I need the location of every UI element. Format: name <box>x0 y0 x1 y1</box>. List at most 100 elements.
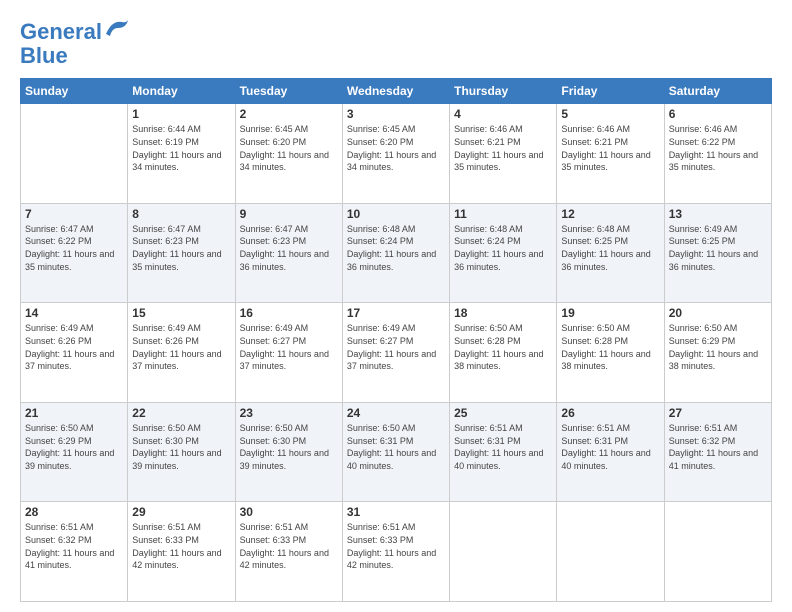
day-info: Sunrise: 6:47 AMSunset: 6:23 PMDaylight:… <box>240 223 338 273</box>
logo-bird-icon <box>104 18 130 40</box>
day-info: Sunrise: 6:44 AMSunset: 6:19 PMDaylight:… <box>132 123 230 173</box>
day-number: 10 <box>347 207 445 221</box>
logo: General Blue <box>20 20 130 68</box>
day-number: 22 <box>132 406 230 420</box>
day-number: 8 <box>132 207 230 221</box>
day-cell: 14 Sunrise: 6:49 AMSunset: 6:26 PMDayligh… <box>21 303 128 403</box>
day-info: Sunrise: 6:47 AMSunset: 6:22 PMDaylight:… <box>25 223 123 273</box>
day-cell: 25 Sunrise: 6:51 AMSunset: 6:31 PMDayligh… <box>450 402 557 502</box>
logo-text: General <box>20 20 102 44</box>
day-info: Sunrise: 6:51 AMSunset: 6:33 PMDaylight:… <box>240 521 338 571</box>
day-info: Sunrise: 6:47 AMSunset: 6:23 PMDaylight:… <box>132 223 230 273</box>
day-number: 14 <box>25 306 123 320</box>
day-cell: 4 Sunrise: 6:46 AMSunset: 6:21 PMDaylight… <box>450 104 557 204</box>
day-info: Sunrise: 6:51 AMSunset: 6:31 PMDaylight:… <box>561 422 659 472</box>
day-info: Sunrise: 6:49 AMSunset: 6:26 PMDaylight:… <box>25 322 123 372</box>
page: General Blue SundayMondayTuesdayWednesda… <box>0 0 792 612</box>
day-number: 21 <box>25 406 123 420</box>
header-day-monday: Monday <box>128 79 235 104</box>
day-cell: 15Sunrise: 6:49 AMSunset: 6:26 PMDayligh… <box>128 303 235 403</box>
calendar-body: 1 Sunrise: 6:44 AMSunset: 6:19 PMDaylight… <box>21 104 772 602</box>
header-day-friday: Friday <box>557 79 664 104</box>
day-cell: 30Sunrise: 6:51 AMSunset: 6:33 PMDayligh… <box>235 502 342 602</box>
day-number: 19 <box>561 306 659 320</box>
day-number: 13 <box>669 207 767 221</box>
day-cell: 7 Sunrise: 6:47 AMSunset: 6:22 PMDaylight… <box>21 203 128 303</box>
day-number: 18 <box>454 306 552 320</box>
day-info: Sunrise: 6:49 AMSunset: 6:27 PMDaylight:… <box>347 322 445 372</box>
header-day-tuesday: Tuesday <box>235 79 342 104</box>
header-day-wednesday: Wednesday <box>342 79 449 104</box>
day-number: 17 <box>347 306 445 320</box>
day-cell: 18 Sunrise: 6:50 AMSunset: 6:28 PMDayligh… <box>450 303 557 403</box>
day-number: 20 <box>669 306 767 320</box>
week-row-5: 28Sunrise: 6:51 AMSunset: 6:32 PMDayligh… <box>21 502 772 602</box>
day-cell: 17 Sunrise: 6:49 AMSunset: 6:27 PMDayligh… <box>342 303 449 403</box>
day-info: Sunrise: 6:50 AMSunset: 6:31 PMDaylight:… <box>347 422 445 472</box>
day-cell: 24 Sunrise: 6:50 AMSunset: 6:31 PMDayligh… <box>342 402 449 502</box>
day-cell: 11Sunrise: 6:48 AMSunset: 6:24 PMDayligh… <box>450 203 557 303</box>
day-cell: 8 Sunrise: 6:47 AMSunset: 6:23 PMDaylight… <box>128 203 235 303</box>
day-cell: 5 Sunrise: 6:46 AMSunset: 6:21 PMDaylight… <box>557 104 664 204</box>
day-info: Sunrise: 6:51 AMSunset: 6:31 PMDaylight:… <box>454 422 552 472</box>
day-cell: 21 Sunrise: 6:50 AMSunset: 6:29 PMDayligh… <box>21 402 128 502</box>
day-cell: 31Sunrise: 6:51 AMSunset: 6:33 PMDayligh… <box>342 502 449 602</box>
day-cell: 28Sunrise: 6:51 AMSunset: 6:32 PMDayligh… <box>21 502 128 602</box>
day-cell: 1 Sunrise: 6:44 AMSunset: 6:19 PMDaylight… <box>128 104 235 204</box>
day-info: Sunrise: 6:48 AMSunset: 6:24 PMDaylight:… <box>454 223 552 273</box>
day-number: 1 <box>132 107 230 121</box>
day-number: 5 <box>561 107 659 121</box>
day-number: 4 <box>454 107 552 121</box>
day-cell: 23Sunrise: 6:50 AMSunset: 6:30 PMDayligh… <box>235 402 342 502</box>
day-cell <box>557 502 664 602</box>
day-cell: 22 Sunrise: 6:50 AMSunset: 6:30 PMDayligh… <box>128 402 235 502</box>
day-number: 6 <box>669 107 767 121</box>
day-info: Sunrise: 6:46 AMSunset: 6:21 PMDaylight:… <box>561 123 659 173</box>
day-info: Sunrise: 6:46 AMSunset: 6:22 PMDaylight:… <box>669 123 767 173</box>
day-cell: 9Sunrise: 6:47 AMSunset: 6:23 PMDaylight… <box>235 203 342 303</box>
logo-general: General <box>20 19 102 44</box>
day-cell: 16 Sunrise: 6:49 AMSunset: 6:27 PMDayligh… <box>235 303 342 403</box>
header-day-saturday: Saturday <box>664 79 771 104</box>
day-cell: 20Sunrise: 6:50 AMSunset: 6:29 PMDayligh… <box>664 303 771 403</box>
day-cell: 29Sunrise: 6:51 AMSunset: 6:33 PMDayligh… <box>128 502 235 602</box>
day-cell: 2 Sunrise: 6:45 AMSunset: 6:20 PMDaylight… <box>235 104 342 204</box>
calendar-table: SundayMondayTuesdayWednesdayThursdayFrid… <box>20 78 772 602</box>
week-row-2: 7 Sunrise: 6:47 AMSunset: 6:22 PMDaylight… <box>21 203 772 303</box>
day-info: Sunrise: 6:50 AMSunset: 6:30 PMDaylight:… <box>132 422 230 472</box>
day-cell: 6 Sunrise: 6:46 AMSunset: 6:22 PMDaylight… <box>664 104 771 204</box>
day-cell <box>664 502 771 602</box>
day-info: Sunrise: 6:50 AMSunset: 6:28 PMDaylight:… <box>561 322 659 372</box>
day-cell: 27Sunrise: 6:51 AMSunset: 6:32 PMDayligh… <box>664 402 771 502</box>
day-info: Sunrise: 6:46 AMSunset: 6:21 PMDaylight:… <box>454 123 552 173</box>
day-info: Sunrise: 6:45 AMSunset: 6:20 PMDaylight:… <box>240 123 338 173</box>
logo-blue: Blue <box>20 44 68 68</box>
day-info: Sunrise: 6:50 AMSunset: 6:28 PMDaylight:… <box>454 322 552 372</box>
day-number: 2 <box>240 107 338 121</box>
day-number: 7 <box>25 207 123 221</box>
day-number: 24 <box>347 406 445 420</box>
day-cell: 26Sunrise: 6:51 AMSunset: 6:31 PMDayligh… <box>557 402 664 502</box>
day-info: Sunrise: 6:51 AMSunset: 6:33 PMDaylight:… <box>347 521 445 571</box>
day-number: 29 <box>132 505 230 519</box>
day-number: 28 <box>25 505 123 519</box>
day-number: 25 <box>454 406 552 420</box>
day-number: 27 <box>669 406 767 420</box>
day-number: 3 <box>347 107 445 121</box>
day-info: Sunrise: 6:49 AMSunset: 6:25 PMDaylight:… <box>669 223 767 273</box>
day-info: Sunrise: 6:48 AMSunset: 6:25 PMDaylight:… <box>561 223 659 273</box>
day-number: 16 <box>240 306 338 320</box>
day-number: 15 <box>132 306 230 320</box>
day-info: Sunrise: 6:49 AMSunset: 6:27 PMDaylight:… <box>240 322 338 372</box>
day-info: Sunrise: 6:45 AMSunset: 6:20 PMDaylight:… <box>347 123 445 173</box>
header-day-sunday: Sunday <box>21 79 128 104</box>
day-cell: 19 Sunrise: 6:50 AMSunset: 6:28 PMDayligh… <box>557 303 664 403</box>
week-row-4: 21 Sunrise: 6:50 AMSunset: 6:29 PMDayligh… <box>21 402 772 502</box>
day-cell <box>21 104 128 204</box>
week-row-1: 1 Sunrise: 6:44 AMSunset: 6:19 PMDaylight… <box>21 104 772 204</box>
day-info: Sunrise: 6:50 AMSunset: 6:29 PMDaylight:… <box>25 422 123 472</box>
day-info: Sunrise: 6:48 AMSunset: 6:24 PMDaylight:… <box>347 223 445 273</box>
day-info: Sunrise: 6:50 AMSunset: 6:30 PMDaylight:… <box>240 422 338 472</box>
calendar-header: SundayMondayTuesdayWednesdayThursdayFrid… <box>21 79 772 104</box>
day-cell: 3 Sunrise: 6:45 AMSunset: 6:20 PMDaylight… <box>342 104 449 204</box>
